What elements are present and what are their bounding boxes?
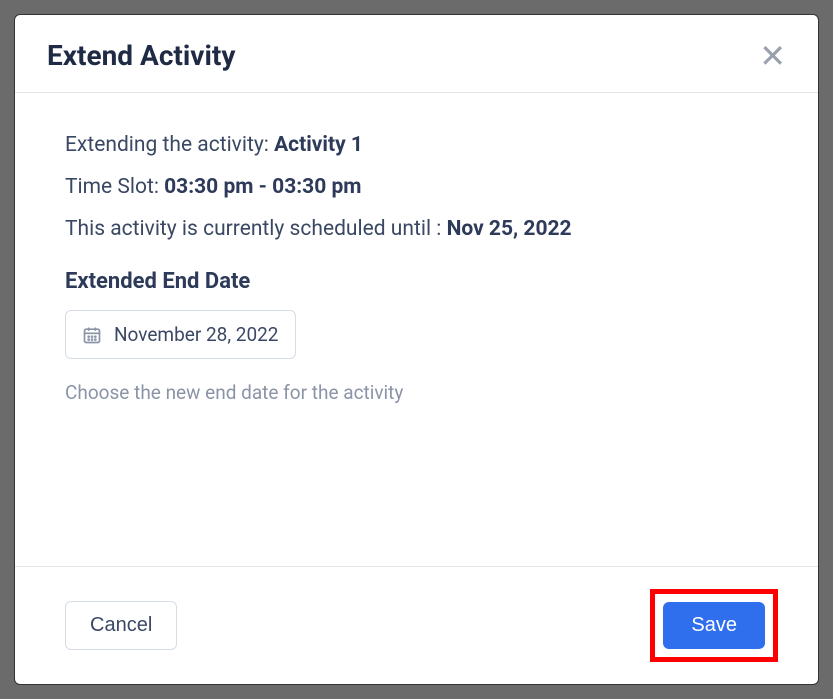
save-button-highlight: Save <box>650 589 778 662</box>
extending-prefix: Extending the activity: <box>65 133 274 157</box>
helper-text: Choose the new end date for the activity <box>65 381 768 404</box>
close-icon[interactable]: ✕ <box>759 40 786 72</box>
modal-body: Extending the activity: Activity 1 Time … <box>15 93 818 566</box>
save-button[interactable]: Save <box>663 602 765 649</box>
timeslot-value: 03:30 pm - 03:30 pm <box>164 175 361 199</box>
scheduled-line: This activity is currently scheduled unt… <box>65 217 768 241</box>
date-value: November 28, 2022 <box>114 323 279 346</box>
modal-footer: Cancel Save <box>15 566 818 684</box>
modal-title: Extend Activity <box>47 39 235 72</box>
calendar-icon <box>82 325 102 345</box>
scheduled-date: Nov 25, 2022 <box>447 217 572 241</box>
activity-name: Activity 1 <box>274 133 363 157</box>
timeslot-line: Time Slot: 03:30 pm - 03:30 pm <box>65 175 768 199</box>
timeslot-prefix: Time Slot: <box>65 175 164 199</box>
extended-end-date-label: Extended End Date <box>65 269 768 294</box>
date-picker[interactable]: November 28, 2022 <box>65 310 296 359</box>
extending-line: Extending the activity: Activity 1 <box>65 133 768 157</box>
modal-header: Extend Activity ✕ <box>15 15 818 93</box>
scheduled-prefix: This activity is currently scheduled unt… <box>65 217 447 241</box>
extend-activity-modal: Extend Activity ✕ Extending the activity… <box>14 14 819 685</box>
cancel-button[interactable]: Cancel <box>65 601 177 650</box>
